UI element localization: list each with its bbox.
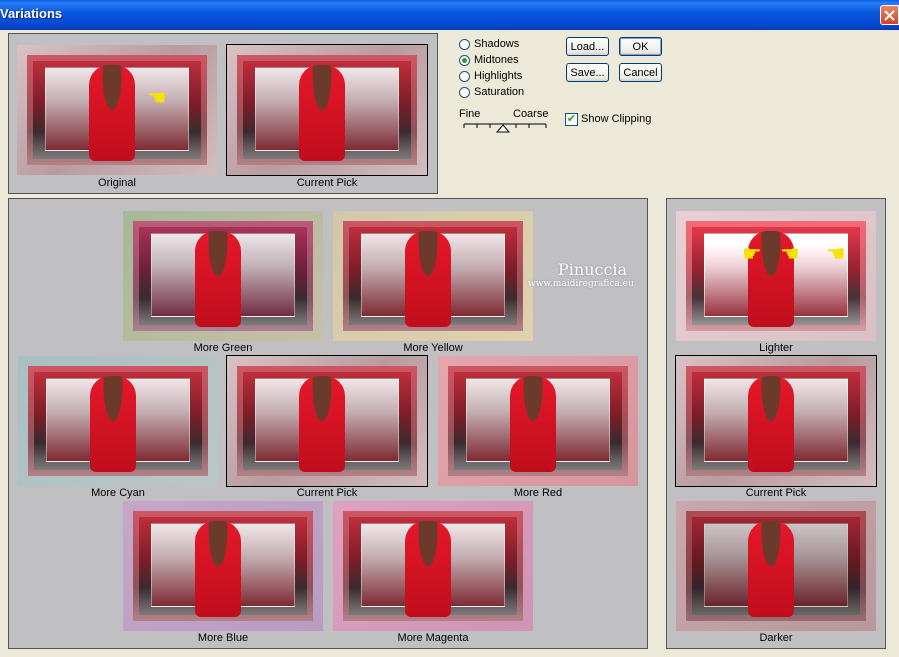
variation-current-pick[interactable] — [226, 355, 428, 487]
radio-midtones-label: Midtones — [474, 54, 519, 66]
variation-lighter[interactable]: ☛ ☚ ☚ — [676, 211, 876, 341]
window-title: Variations — [0, 6, 63, 21]
variation-more-red[interactable] — [438, 356, 638, 486]
radio-midtones[interactable]: Midtones — [459, 53, 519, 67]
variation-more-green[interactable] — [123, 211, 323, 341]
variation-darker-label: Darker — [759, 632, 793, 644]
variation-current-pick-label: Current Pick — [296, 487, 358, 499]
checkmark-icon: ✔ — [566, 113, 577, 125]
cancel-button[interactable]: Cancel — [619, 63, 662, 82]
variation-more-yellow[interactable] — [333, 211, 533, 341]
radio-highlights-label: Highlights — [474, 70, 523, 82]
watermark-url: www.maidiregrafica.eu — [528, 279, 634, 289]
variation-more-magenta[interactable] — [333, 501, 533, 631]
variation-darker[interactable] — [676, 501, 876, 631]
radio-circle — [459, 70, 470, 82]
radio-shadows-label: Shadows — [474, 38, 520, 50]
variation-more-yellow-label: More Yellow — [403, 342, 463, 354]
variation-more-blue-label: More Blue — [197, 632, 249, 644]
radio-circle — [459, 38, 470, 50]
hand-cursor-icon: ☛ — [742, 241, 762, 266]
hand-cursor-icon: ☚ — [147, 85, 167, 110]
radio-saturation[interactable]: Saturation — [459, 85, 524, 99]
variation-more-green-label: More Green — [193, 342, 253, 354]
current-pick-preview-label: Current Pick — [296, 177, 358, 189]
close-button[interactable] — [880, 5, 899, 25]
variation-more-red-label: More Red — [513, 487, 563, 499]
watermark-name: Pinuccia — [558, 260, 628, 279]
variation-more-cyan-label: More Cyan — [91, 487, 145, 499]
radio-circle-selected — [459, 54, 470, 66]
show-clipping-label: Show Clipping — [581, 113, 652, 125]
radio-circle — [459, 86, 470, 98]
load-button[interactable]: Load... — [566, 37, 609, 56]
save-button[interactable]: Save... — [566, 63, 609, 82]
variation-more-magenta-label: More Magenta — [397, 632, 469, 644]
variation-more-blue[interactable] — [123, 501, 323, 631]
title-bar: Variations — [0, 0, 899, 30]
variation-lighter-label: Lighter — [759, 342, 793, 354]
ok-button[interactable]: OK — [619, 37, 662, 56]
brightness-current-pick-label: Current Pick — [745, 487, 807, 499]
current-pick-preview-thumbnail — [226, 44, 428, 176]
show-clipping-checkbox[interactable]: ✔ — [565, 113, 578, 126]
radio-saturation-label: Saturation — [474, 86, 525, 98]
radio-shadows[interactable]: Shadows — [459, 37, 519, 51]
original-label: Original — [98, 177, 136, 189]
variation-more-cyan[interactable] — [18, 356, 218, 486]
hand-cursor-icon: ☚ — [826, 241, 846, 266]
radio-highlights[interactable]: Highlights — [459, 69, 522, 83]
hand-cursor-icon: ☚ — [780, 241, 800, 266]
close-icon — [884, 9, 895, 21]
slider-thumb-icon — [495, 124, 511, 133]
watermark: Pinuccia www.maidiregrafica.eu — [528, 260, 658, 289]
brightness-current-pick[interactable] — [675, 355, 877, 487]
fine-coarse-slider[interactable] — [462, 118, 548, 134]
original-thumbnail: ☚ — [17, 45, 217, 175]
